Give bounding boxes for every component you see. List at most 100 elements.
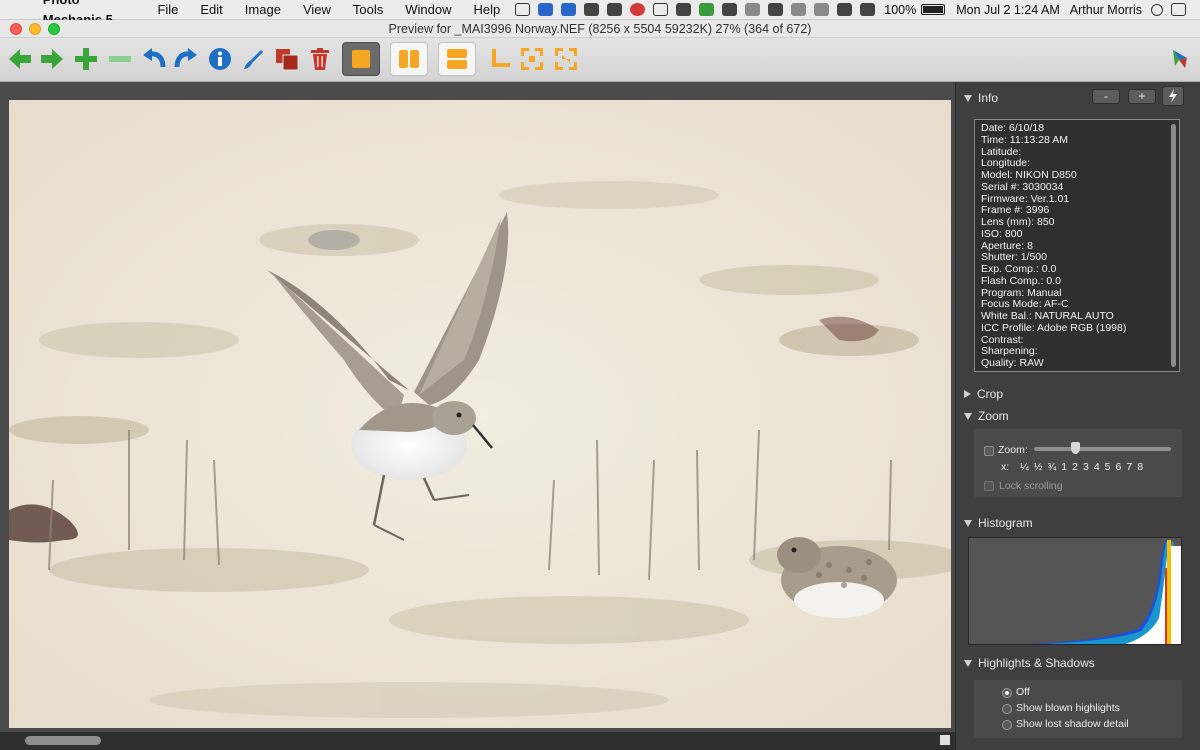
previous-arrow-icon [9, 49, 31, 69]
spotlight-icon[interactable] [1151, 3, 1163, 16]
increase-info-button[interactable]: + [1128, 89, 1156, 104]
volume-icon[interactable] [860, 3, 876, 16]
rotate-left-button[interactable] [138, 43, 170, 75]
radio-highlights-label: Show blown highlights [1016, 702, 1120, 714]
highlights-section-header[interactable]: Highlights & Shadows [964, 656, 1095, 670]
clipboard-icon[interactable] [653, 3, 669, 16]
remove-tag-button[interactable] [104, 43, 136, 75]
menu-help[interactable]: Help [463, 0, 512, 20]
status-area: 100% Mon Jul 2 1:24 AM Arthur Morris [511, 0, 1200, 20]
cloud-icon[interactable] [584, 3, 600, 16]
zoom-checkbox[interactable] [984, 446, 994, 456]
previous-image-button[interactable] [4, 43, 36, 75]
preview-photo[interactable] [9, 100, 951, 728]
zoom-scale-label: ¾ [1047, 461, 1057, 473]
histogram-section-title: Histogram [978, 516, 1033, 530]
zoom-fit-button[interactable] [550, 43, 582, 75]
disclosure-right-icon [964, 390, 971, 398]
malwarebytes-icon[interactable] [607, 3, 623, 16]
menu-view[interactable]: View [292, 0, 342, 20]
next-image-button[interactable] [36, 43, 68, 75]
decrease-info-button[interactable]: - [1092, 89, 1120, 104]
histogram-section-header[interactable]: Histogram [964, 516, 1033, 530]
histogram [968, 537, 1182, 645]
zoom-scale: ¼ ½ ¾ 1 2 3 4 5 6 7 8 [1020, 461, 1148, 473]
quick-action-button[interactable] [1162, 86, 1184, 106]
side-by-side-button[interactable] [390, 42, 428, 76]
info-scrollbar[interactable] [1171, 124, 1176, 367]
radio-off[interactable] [1002, 688, 1012, 698]
clock[interactable]: Mon Jul 2 1:24 AM [956, 3, 1060, 17]
side-panel: Info - + Date: 6/10/18 Time: 11:13:28 AM L… [955, 82, 1200, 750]
zoom-controls: Zoom: x: ¼ ½ ¾ 1 2 3 4 5 6 7 8 Lock scro… [974, 429, 1182, 497]
window-title: Preview for _MAI3996 Norway.NEF (8256 x … [388, 22, 812, 36]
crop-section-header[interactable]: Crop [964, 387, 1003, 401]
time-machine-icon[interactable] [791, 3, 807, 16]
info-line: White Bal.: NATURAL AUTO [981, 310, 1114, 322]
wifi-icon[interactable] [837, 3, 853, 16]
color-class-button[interactable] [238, 43, 270, 75]
shield-icon[interactable] [722, 3, 738, 16]
menu-edit[interactable]: Edit [189, 0, 233, 20]
record-icon[interactable] [630, 3, 646, 16]
fit-button[interactable] [516, 43, 548, 75]
scrollbar-thumb[interactable] [25, 736, 101, 745]
menu-image[interactable]: Image [234, 0, 292, 20]
lock-scrolling-checkbox[interactable] [984, 481, 994, 491]
info-metadata-box[interactable]: Date: 6/10/18 Time: 11:13:28 AM Latitude: L… [974, 119, 1180, 372]
zoom-scale-label: 5 [1104, 461, 1111, 473]
notification-center-icon[interactable] [1171, 3, 1186, 16]
status-app-icon[interactable] [515, 3, 531, 16]
disk-icon[interactable] [745, 3, 761, 16]
crop-section-title: Crop [977, 387, 1004, 401]
zoom-section-header[interactable]: Zoom [964, 409, 1009, 423]
dropbox-icon[interactable] [538, 3, 554, 16]
info-section-header[interactable]: Info [964, 91, 998, 105]
crop-icon [492, 49, 510, 67]
side-by-side-icon [399, 50, 419, 68]
info-line: ICC Profile: Adobe RGB (1998) [981, 321, 1127, 334]
info-line: Serial #: 3030034 [981, 180, 1064, 193]
rotate-right-button[interactable] [170, 43, 202, 75]
delete-button[interactable] [304, 43, 336, 75]
horizontal-scrollbar[interactable] [0, 732, 955, 750]
lightning-icon [1169, 89, 1177, 103]
sync-icon[interactable] [561, 3, 577, 16]
copy-button[interactable] [271, 43, 303, 75]
stacked-view-icon [447, 49, 467, 69]
single-view-button[interactable] [342, 42, 380, 76]
info-icon [209, 48, 231, 70]
user-name[interactable]: Arthur Morris [1070, 3, 1142, 17]
disclosure-down-icon [964, 519, 972, 527]
zoom-scale-label: 8 [1137, 461, 1144, 473]
radio-show-blown-highlights[interactable] [1002, 704, 1012, 714]
radio-show-lost-shadow[interactable] [1002, 720, 1012, 730]
info-line: Quality: RAW [981, 357, 1044, 369]
menu-tools[interactable]: Tools [342, 0, 394, 20]
radio-shadow-label: Show lost shadow detail [1016, 718, 1129, 730]
zoom-slider-track[interactable] [1034, 447, 1171, 451]
bluetooth-icon[interactable] [814, 3, 830, 16]
crop-button[interactable] [484, 43, 516, 75]
stacked-view-button[interactable] [438, 42, 476, 76]
zoom-scale-label: 2 [1072, 461, 1078, 473]
menu-bar: Photo Mechanic 5 File Edit Image View To… [0, 0, 1200, 27]
money-icon[interactable] [699, 3, 715, 16]
zoom-scale-label: 3 [1082, 461, 1089, 473]
content-area: Info - + Date: 6/10/18 Time: 11:13:28 AM L… [0, 82, 1200, 750]
zoom-slider-knob[interactable] [1071, 442, 1080, 454]
binoculars-icon[interactable] [768, 3, 784, 16]
add-tag-button[interactable] [70, 43, 102, 75]
app-logo-icon [1173, 50, 1187, 68]
resize-corner[interactable] [940, 735, 950, 745]
menu-window[interactable]: Window [394, 0, 462, 20]
next-arrow-icon [41, 49, 63, 69]
info-line: Exp. Comp.: 0.0 [981, 263, 1057, 275]
remove-tag-icon [109, 56, 131, 62]
menu-file[interactable]: File [146, 0, 189, 20]
info-button[interactable] [204, 43, 236, 75]
keyboard-icon[interactable] [676, 3, 692, 16]
battery-icon[interactable] [921, 4, 946, 15]
info-line: ISO: 800 [981, 227, 1023, 240]
copy-icon [276, 49, 299, 71]
